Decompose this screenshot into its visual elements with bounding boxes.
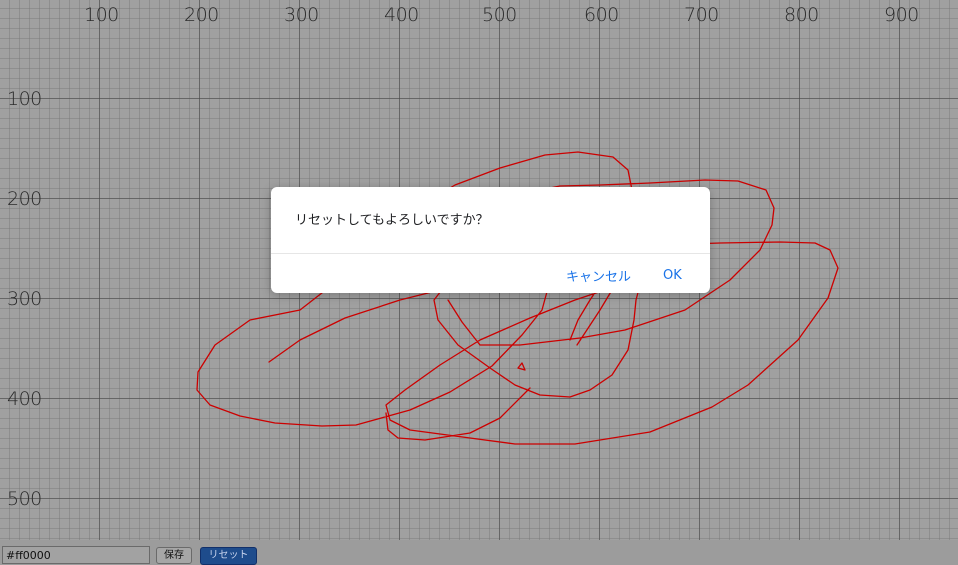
confirm-dialog: リセットしてもよろしいですか？ キャンセル OK — [271, 187, 710, 293]
dialog-divider — [271, 253, 710, 254]
dialog-message: リセットしてもよろしいですか？ — [295, 213, 489, 228]
ok-button[interactable]: OK — [657, 264, 688, 286]
reset-button[interactable]: リセット — [200, 547, 257, 565]
cancel-button[interactable]: キャンセル — [560, 264, 637, 286]
save-button[interactable]: 保存 — [156, 547, 192, 564]
color-input[interactable] — [2, 546, 150, 564]
